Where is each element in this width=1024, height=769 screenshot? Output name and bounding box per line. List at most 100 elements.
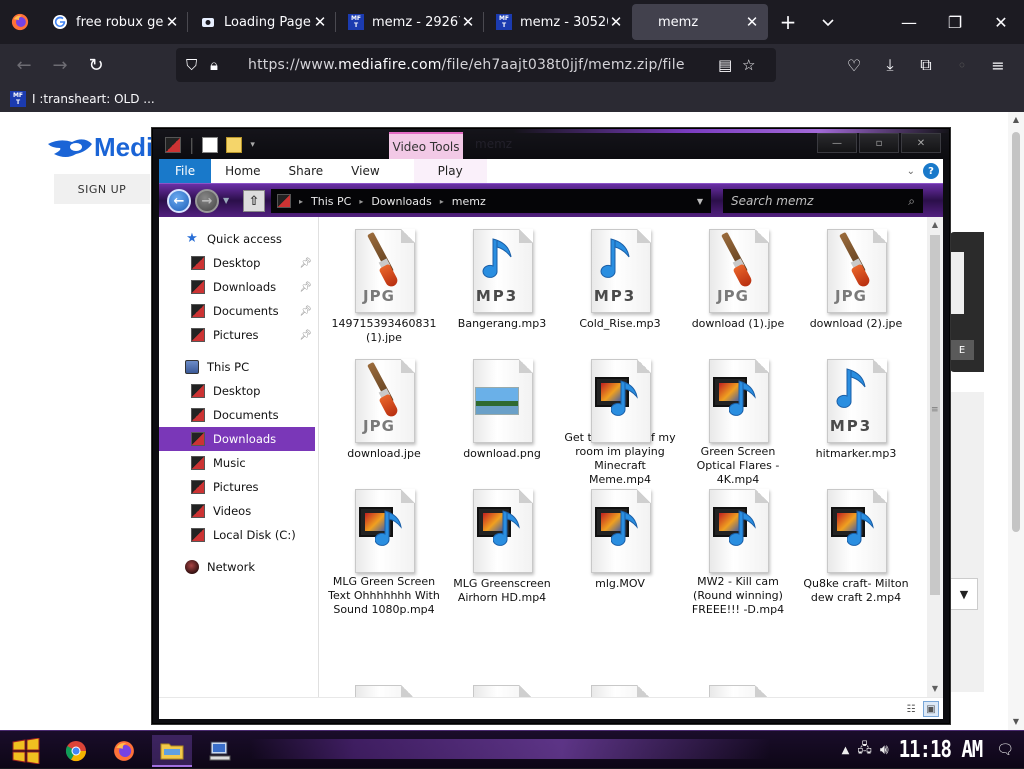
shield-icon[interactable]: ⛉ — [186, 56, 210, 74]
file-item[interactable]: JPG download.jpe — [325, 357, 443, 487]
network-icon[interactable]: 🖧︎ — [857, 739, 872, 761]
notification-icon[interactable]: 🗨︎ — [996, 742, 1014, 758]
details-view-icon[interactable]: ☷ — [903, 701, 919, 717]
nav-pc-desktop[interactable]: Desktop — [159, 379, 318, 403]
start-button[interactable] — [6, 735, 46, 767]
scroll-up-icon[interactable]: ▲ — [1008, 112, 1024, 128]
file-item[interactable]: Qu8ke craft- Milton dew craft 2.mp4 — [797, 487, 915, 617]
scroll-thumb[interactable] — [1012, 132, 1020, 532]
close-tab-icon[interactable]: ✕ — [164, 13, 180, 31]
nav-quick-documents[interactable]: Documents 📌︎ — [159, 299, 318, 323]
nav-quick-desktop[interactable]: Desktop 📌︎ — [159, 251, 318, 275]
breadcrumb-item[interactable]: memz — [452, 195, 486, 208]
tab-free-robux[interactable]: free robux gen ✕ — [40, 0, 188, 44]
tab-play[interactable]: Play — [413, 159, 487, 183]
back-arrow-icon[interactable]: ← — [6, 47, 42, 83]
nav-pc-local-disk[interactable]: Local Disk (C:) — [159, 523, 318, 547]
minimize-icon[interactable]: — — [886, 0, 932, 44]
large-icons-view-icon[interactable]: ▣ — [923, 701, 939, 717]
reader-view-icon[interactable]: ▤ — [718, 56, 742, 74]
file-item[interactable] — [679, 617, 797, 697]
tab-share[interactable]: Share — [275, 159, 338, 183]
explorer-title-bar[interactable]: | ▾ Video Tools memz — ▫ ✕ — [153, 129, 949, 159]
tab-memz-305204[interactable]: MFT memz - 305204 ✕ — [484, 0, 632, 44]
download-icon[interactable]: ⤓ — [872, 48, 908, 82]
expand-ribbon-icon[interactable]: ⌄ — [907, 166, 915, 177]
video-tools-tab[interactable]: Video Tools — [389, 132, 463, 159]
customize-qat-icon[interactable]: ▾ — [250, 140, 255, 150]
tab-home[interactable]: Home — [211, 159, 274, 183]
nav-network[interactable]: Network — [159, 555, 318, 579]
forward-arrow-icon[interactable]: → — [195, 189, 219, 213]
minimize-icon[interactable]: — — [817, 133, 857, 153]
chrome-icon[interactable] — [56, 735, 96, 767]
file-item[interactable]: JPG download (2).jpe — [797, 227, 915, 357]
nav-quick-access[interactable]: ★ Quick access — [159, 227, 318, 251]
panel-button[interactable]: E — [950, 340, 974, 360]
file-item[interactable]: JPG download (1).jpe — [679, 227, 797, 357]
extension-icon[interactable]: ◦ — [944, 48, 980, 82]
close-tab-icon[interactable]: ✕ — [312, 13, 328, 31]
close-tab-icon[interactable]: ✕ — [744, 13, 760, 31]
close-tab-icon[interactable]: ✕ — [608, 13, 624, 31]
nav-pc-videos[interactable]: Videos — [159, 499, 318, 523]
new-folder-icon[interactable] — [226, 136, 243, 153]
file-item[interactable]: MP3 hitmarker.mp3 — [797, 357, 915, 487]
maximize-icon[interactable]: ❐ — [932, 0, 978, 44]
nav-pc-downloads[interactable]: Downloads — [159, 427, 315, 451]
file-item[interactable]: MP3 Bangerang.mp3 — [443, 227, 561, 357]
computer-icon[interactable] — [200, 735, 240, 767]
tab-view[interactable]: View — [337, 159, 393, 183]
firefox-icon[interactable] — [104, 735, 144, 767]
sign-up-button[interactable]: SIGN UP — [54, 174, 150, 204]
back-arrow-icon[interactable]: ← — [167, 189, 191, 213]
properties-icon[interactable] — [202, 136, 219, 153]
plus-icon[interactable]: + — [768, 0, 808, 44]
file-item[interactable]: JPG 149715393460831 (1).jpe — [325, 227, 443, 357]
file-item[interactable]: MW2 - Kill cam (Round winning) FREEE!!! … — [679, 487, 797, 617]
scroll-down-icon[interactable]: ▼ — [1008, 714, 1024, 730]
file-item[interactable]: MLG Greenscreen Airhorn HD.mp4 — [443, 487, 561, 617]
pocket-icon[interactable]: ♡ — [836, 48, 872, 82]
nav-pc-documents[interactable]: Documents — [159, 403, 318, 427]
bookmark-item[interactable]: I :transheart: OLD ... — [32, 92, 155, 106]
nav-quick-downloads[interactable]: Downloads 📌︎ — [159, 275, 318, 299]
url-text[interactable]: https://www.mediafire.com/file/eh7aajt03… — [248, 57, 718, 73]
file-item[interactable]: MLG Green Screen Text Ohhhhhhh With Soun… — [325, 487, 443, 617]
file-item[interactable]: Green Screen Optical Flares - 4K.mp4 — [679, 357, 797, 487]
recent-locations-icon[interactable]: ▼ — [223, 196, 229, 205]
tab-memz-292673[interactable]: MFT memz - 292673 ✕ — [336, 0, 484, 44]
search-input[interactable]: Search memz ⌕ — [723, 189, 923, 213]
url-bar[interactable]: ⛉ 🔒︎ https://www.mediafire.com/file/eh7a… — [176, 48, 776, 82]
bookmark-star-icon[interactable]: ☆ — [742, 56, 766, 74]
dropdown-arrow-icon[interactable]: ▼ — [950, 578, 978, 610]
reload-icon[interactable]: ↻ — [78, 47, 114, 83]
nav-pc-music[interactable]: Music — [159, 451, 318, 475]
breadcrumb[interactable]: ▸ This PC ▸ Downloads ▸ memz ▼ — [271, 189, 711, 213]
extensions-icon[interactable]: ⧉ — [908, 48, 944, 82]
nav-this-pc[interactable]: This PC — [159, 355, 318, 379]
tab-loading-page[interactable]: Loading Page - ✕ — [188, 0, 336, 44]
maximize-icon[interactable]: ▫ — [859, 133, 899, 153]
app-icon[interactable] — [165, 136, 181, 153]
help-icon[interactable]: ? — [923, 163, 939, 179]
chevron-down-icon[interactable]: ▼ — [697, 197, 703, 206]
file-item[interactable] — [443, 617, 561, 697]
file-list-scrollbar[interactable]: ▲ ▼ — [927, 217, 943, 697]
chevron-up-icon[interactable]: ▲ — [842, 745, 850, 756]
breadcrumb-item[interactable]: This PC — [311, 195, 351, 208]
page-scrollbar[interactable]: ▲ ▼ — [1008, 112, 1024, 730]
forward-arrow-icon[interactable]: → — [42, 47, 78, 83]
close-icon[interactable]: ✕ — [978, 0, 1024, 44]
tab-memz-active[interactable]: memz ✕ — [632, 4, 768, 40]
breadcrumb-item[interactable]: Downloads — [371, 195, 431, 208]
nav-quick-pictures[interactable]: Pictures 📌︎ — [159, 323, 318, 347]
lock-icon[interactable]: 🔒︎ — [210, 56, 234, 74]
hamburger-menu-icon[interactable]: ≡ — [980, 48, 1016, 82]
file-item[interactable] — [325, 617, 443, 697]
scroll-thumb[interactable] — [930, 235, 940, 595]
file-item[interactable]: download.png — [443, 357, 561, 487]
scroll-up-icon[interactable]: ▲ — [927, 217, 943, 233]
close-tab-icon[interactable]: ✕ — [460, 13, 476, 31]
close-icon[interactable]: ✕ — [901, 133, 941, 153]
